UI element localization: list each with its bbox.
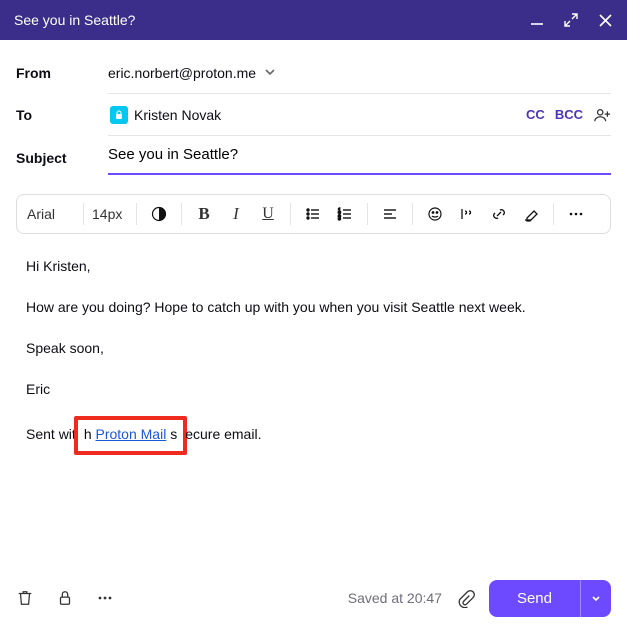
- align-icon[interactable]: [376, 200, 404, 228]
- chevron-down-icon[interactable]: [264, 65, 276, 81]
- separator: [412, 203, 413, 225]
- send-options-button[interactable]: [580, 580, 611, 617]
- body-line: How are you doing? Hope to catch up with…: [26, 297, 601, 318]
- font-size-select[interactable]: 14px: [92, 206, 128, 222]
- minimize-icon[interactable]: [529, 12, 545, 28]
- separator: [553, 203, 554, 225]
- unordered-list-icon[interactable]: [299, 200, 327, 228]
- sig-text: h: [84, 426, 96, 442]
- bold-button[interactable]: B: [190, 200, 218, 228]
- formatting-toolbar: Arial 14px B I U 123: [16, 194, 611, 234]
- sig-text: Sent wit: [26, 426, 76, 442]
- emoji-icon[interactable]: [421, 200, 449, 228]
- expand-icon[interactable]: [563, 12, 579, 28]
- bcc-button[interactable]: BCC: [555, 107, 583, 122]
- separator: [290, 203, 291, 225]
- to-field[interactable]: Kristen Novak CC BCC: [108, 94, 611, 136]
- lock-icon: [110, 106, 128, 124]
- italic-button[interactable]: I: [222, 200, 250, 228]
- separator: [181, 203, 182, 225]
- saved-status: Saved at 20:47: [348, 590, 442, 606]
- from-row: From eric.norbert@proton.me: [16, 52, 611, 94]
- message-body[interactable]: Hi Kristen, How are you doing? Hope to c…: [16, 234, 611, 479]
- subject-label: Subject: [16, 150, 108, 178]
- color-icon[interactable]: [145, 200, 173, 228]
- svg-text:3: 3: [338, 216, 341, 222]
- recipient-chip[interactable]: Kristen Novak: [108, 103, 223, 127]
- underline-button[interactable]: U: [254, 200, 282, 228]
- attachment-icon[interactable]: [456, 589, 475, 608]
- more-options-icon[interactable]: [96, 589, 114, 607]
- cc-button[interactable]: CC: [526, 107, 545, 122]
- to-label: To: [16, 107, 108, 123]
- sig-text: ecure email.: [185, 426, 261, 442]
- quote-icon[interactable]: [453, 200, 481, 228]
- trash-icon[interactable]: [16, 589, 34, 607]
- window-controls: [529, 12, 613, 28]
- body-line: Hi Kristen,: [26, 256, 601, 277]
- send-button-group: Send: [489, 580, 611, 617]
- compose-footer: Saved at 20:47 Send: [0, 568, 627, 628]
- from-address: eric.norbert@proton.me: [108, 65, 256, 81]
- separator: [136, 203, 137, 225]
- link-icon[interactable]: [485, 200, 513, 228]
- font-family-select[interactable]: Arial: [27, 206, 75, 222]
- sig-text: s: [166, 426, 177, 442]
- close-icon[interactable]: [597, 12, 613, 28]
- recipient-name: Kristen Novak: [134, 107, 221, 123]
- from-label: From: [16, 65, 108, 81]
- body-signature: Eric: [26, 379, 601, 400]
- send-button[interactable]: Send: [489, 580, 580, 617]
- subject-input[interactable]: [108, 136, 611, 175]
- separator: [367, 203, 368, 225]
- contacts-icon[interactable]: [593, 106, 611, 124]
- more-icon[interactable]: [562, 200, 590, 228]
- signature-line: Sent wit h Proton Mail s ecure email.: [26, 420, 601, 449]
- from-field[interactable]: eric.norbert@proton.me: [108, 52, 611, 94]
- title-bar: See you in Seattle?: [0, 0, 627, 40]
- window-title: See you in Seattle?: [14, 12, 135, 28]
- separator: [83, 203, 84, 225]
- ordered-list-icon[interactable]: 123: [331, 200, 359, 228]
- to-row: To Kristen Novak CC BCC: [16, 94, 611, 136]
- highlight-annotation: h Proton Mail s: [74, 416, 187, 455]
- proton-mail-link[interactable]: Proton Mail: [96, 426, 167, 442]
- subject-row: Subject: [16, 136, 611, 178]
- encryption-icon[interactable]: [56, 589, 74, 607]
- body-line: Speak soon,: [26, 338, 601, 359]
- clear-format-icon[interactable]: [517, 200, 545, 228]
